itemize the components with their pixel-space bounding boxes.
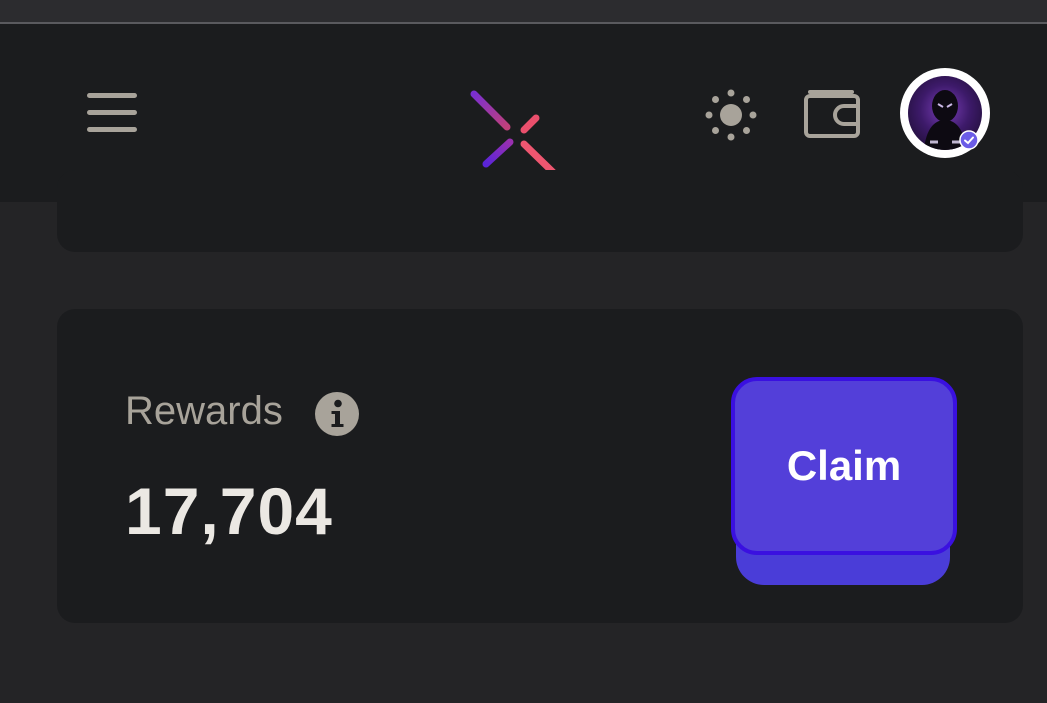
wallet-icon [804,90,860,138]
rewards-value: 17,704 [125,474,333,548]
claim-button[interactable]: Claim [731,377,957,555]
previous-card [57,170,1023,252]
rewards-label: Rewards [125,389,283,433]
verified-check-icon [959,130,979,150]
user-avatar[interactable] [900,68,990,158]
info-icon[interactable] [314,391,360,437]
menu-button[interactable] [82,87,142,139]
browser-top-edge [0,0,1047,24]
sun-icon [705,89,757,141]
theme-toggle-button[interactable] [704,88,758,142]
rewards-card: Rewards 17,704 Claim [57,309,1023,623]
wallet-button[interactable] [800,86,864,142]
